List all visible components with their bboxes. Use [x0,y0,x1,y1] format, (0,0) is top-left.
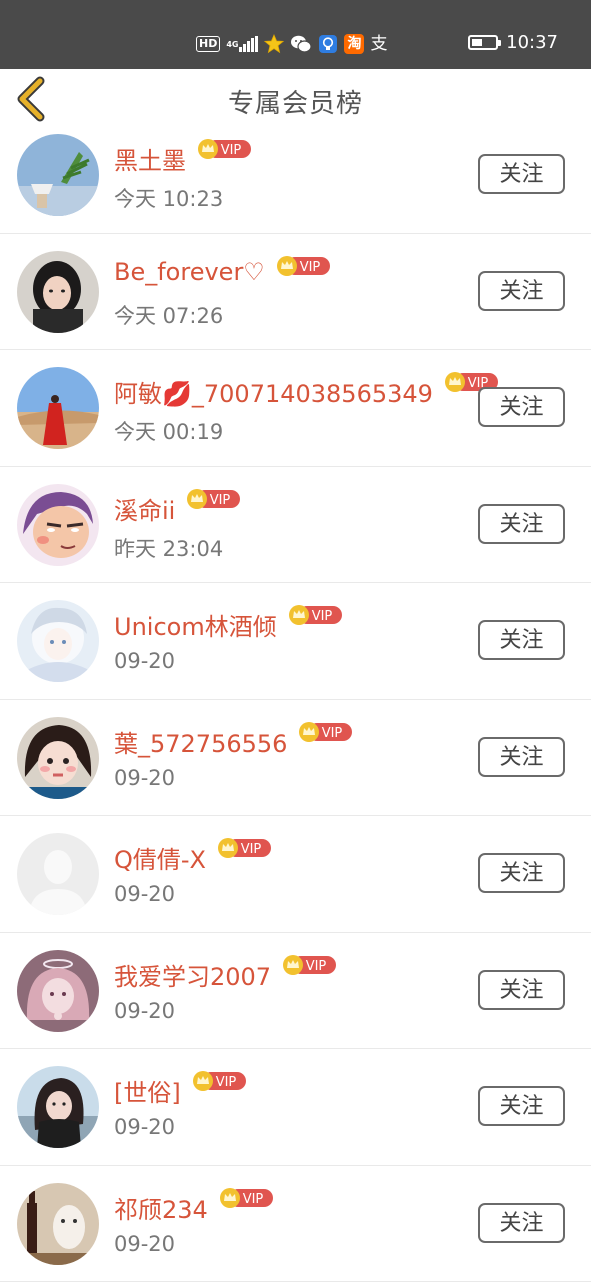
follow-button[interactable]: 关注 [478,970,565,1010]
vip-badge: VIP [299,722,352,742]
member-name[interactable]: Be_forever♡ [114,258,265,286]
member-name[interactable]: 我爱学习2007 [114,957,271,992]
avatar-girl-portrait-photo[interactable] [17,251,99,333]
avatar-default-avatar[interactable] [17,833,99,915]
vip-badge: VIP [198,139,251,159]
svg-text:VIP: VIP [322,726,343,741]
member-time: 09-20 [114,999,175,1023]
member-time: 09-20 [114,1232,175,1256]
avatar-doll-bottle-photo[interactable] [17,1183,99,1265]
svg-text:VIP: VIP [241,842,262,857]
member-name[interactable]: Unicom林酒倾 [114,607,277,642]
vip-badge: VIP [283,955,336,975]
member-time: 昨天 23:04 [114,533,223,563]
svg-text:VIP: VIP [221,143,242,158]
vip-badge: VIP [218,838,271,858]
member-row-4[interactable]: 溪命ii VIP 昨天 23:04 关注 [0,467,591,584]
follow-button[interactable]: 关注 [478,853,565,893]
member-time: 09-20 [114,882,175,906]
vip-badge: VIP [187,489,240,509]
avatar-red-dress-desert-photo[interactable] [17,367,99,449]
avatar-girl-selfie-photo[interactable] [17,717,99,799]
follow-button[interactable]: 关注 [478,1203,565,1243]
member-time: 09-20 [114,1115,175,1139]
member-time: 今天 07:26 [114,300,223,330]
svg-text:VIP: VIP [312,609,333,624]
vip-badge: VIP [277,256,330,276]
status-bar: HD 4G 淘 支 10:37 [0,0,591,69]
member-time: 今天 00:19 [114,416,223,446]
follow-button[interactable]: 关注 [478,504,565,544]
member-list: 黑土墨 VIP 今天 10:23 关注 Be_forever♡ VIP 今天 0… [0,117,591,1282]
status-icons: HD 4G 淘 支 [196,33,387,55]
member-row-7[interactable]: Q倩倩-X VIP 09-20 关注 [0,816,591,933]
vip-badge: VIP [220,1188,273,1208]
wechat-icon [290,34,312,54]
follow-button[interactable]: 关注 [478,387,565,427]
avatar-anime-pink-avatar[interactable] [17,950,99,1032]
member-name[interactable]: 葉_572756556 [114,724,287,759]
member-name[interactable]: 溪命ii [114,491,175,526]
avatar-paper-boat-plant-photo[interactable] [17,134,99,216]
svg-text:VIP: VIP [216,1075,237,1090]
avatar-anime-white-hair-avatar[interactable] [17,600,99,682]
follow-button[interactable]: 关注 [478,737,565,777]
svg-text:VIP: VIP [243,1192,264,1207]
hd-icon: HD [196,36,220,52]
battery-icon [468,35,498,50]
vip-badge: VIP [289,605,342,625]
member-name[interactable]: 阿敏💋_700714038565349 [114,374,433,409]
status-time: 10:37 [506,32,558,53]
follow-button[interactable]: 关注 [478,1086,565,1126]
taobao-icon: 淘 [344,34,364,54]
member-row-5[interactable]: Unicom林酒倾 VIP 09-20 关注 [0,583,591,700]
follow-button[interactable]: 关注 [478,271,565,311]
member-name[interactable]: Q倩倩-X [114,840,206,875]
member-time: 09-20 [114,649,175,673]
page-title: 专属会员榜 [0,83,591,120]
alipay-icon: 支 [370,34,387,54]
signal-icon: 4G [226,36,258,52]
member-row-1[interactable]: 黑土墨 VIP 今天 10:23 关注 [0,117,591,234]
follow-button[interactable]: 关注 [478,154,565,194]
bulb-app-icon [318,34,338,54]
vip-badge: VIP [193,1071,246,1091]
member-name[interactable]: [世俗] [114,1073,181,1108]
star-app-icon [264,34,284,54]
member-name[interactable]: 祁颀234 [114,1190,208,1225]
svg-text:VIP: VIP [210,493,231,508]
member-row-10[interactable]: 祁颀234 VIP 09-20 关注 [0,1166,591,1282]
member-row-6[interactable]: 葉_572756556 VIP 09-20 关注 [0,700,591,817]
member-row-3[interactable]: 阿敏💋_700714038565349 VIP 今天 00:19 关注 [0,350,591,467]
member-time: 09-20 [114,766,175,790]
svg-text:VIP: VIP [306,959,327,974]
member-row-2[interactable]: Be_forever♡ VIP 今天 07:26 关注 [0,234,591,351]
avatar-cartoon-face-avatar[interactable] [17,484,99,566]
member-time: 今天 10:23 [114,183,223,213]
member-row-8[interactable]: 我爱学习2007 VIP 09-20 关注 [0,933,591,1050]
svg-text:VIP: VIP [300,260,321,275]
member-name[interactable]: 黑土墨 [114,141,186,176]
avatar-girl-scarf-photo[interactable] [17,1066,99,1148]
follow-button[interactable]: 关注 [478,620,565,660]
member-row-9[interactable]: [世俗] VIP 09-20 关注 [0,1049,591,1166]
